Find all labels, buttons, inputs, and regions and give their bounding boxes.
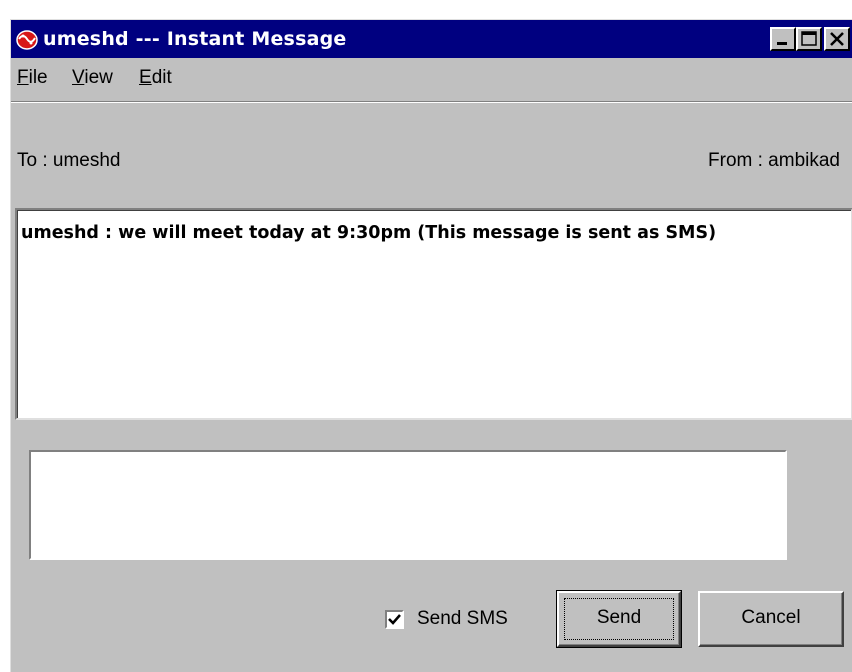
compose-input[interactable] [31,452,785,558]
close-button[interactable] [824,27,850,51]
window-title: umeshd --- Instant Message [43,28,347,50]
send-button[interactable]: Send [556,590,682,648]
minimize-button[interactable] [770,27,796,51]
app-logo-icon [15,27,39,51]
menu-view[interactable]: View [72,67,113,89]
menu-file[interactable]: File [17,67,48,89]
compose-message-area[interactable] [29,450,787,560]
maximize-button[interactable] [796,27,822,51]
maximize-icon [801,31,817,46]
to-recipient-label: To : umeshd [17,150,121,171]
from-sender-label: From : ambikad [708,150,840,171]
cancel-button-label: Cancel [741,607,801,628]
send-sms-label[interactable]: Send SMS [417,608,508,630]
send-sms-checkbox[interactable] [385,610,404,629]
minimize-icon [777,42,787,45]
send-button-label: Send [596,607,642,628]
history-message: umeshd : we will meet today at 9:30pm (T… [21,223,717,243]
menu-edit[interactable]: Edit [139,67,172,89]
title-bar[interactable]: umeshd --- Instant Message [11,20,852,58]
cancel-button[interactable]: Cancel [698,591,844,647]
message-history-pane[interactable]: umeshd : we will meet today at 9:30pm (T… [15,208,852,420]
instant-message-window: umeshd --- Instant Message File View Edi… [10,19,852,672]
close-icon [830,32,844,46]
menu-bar: File View Edit [11,58,852,94]
menu-divider-highlight [11,102,852,103]
checkmark-icon [388,614,401,625]
